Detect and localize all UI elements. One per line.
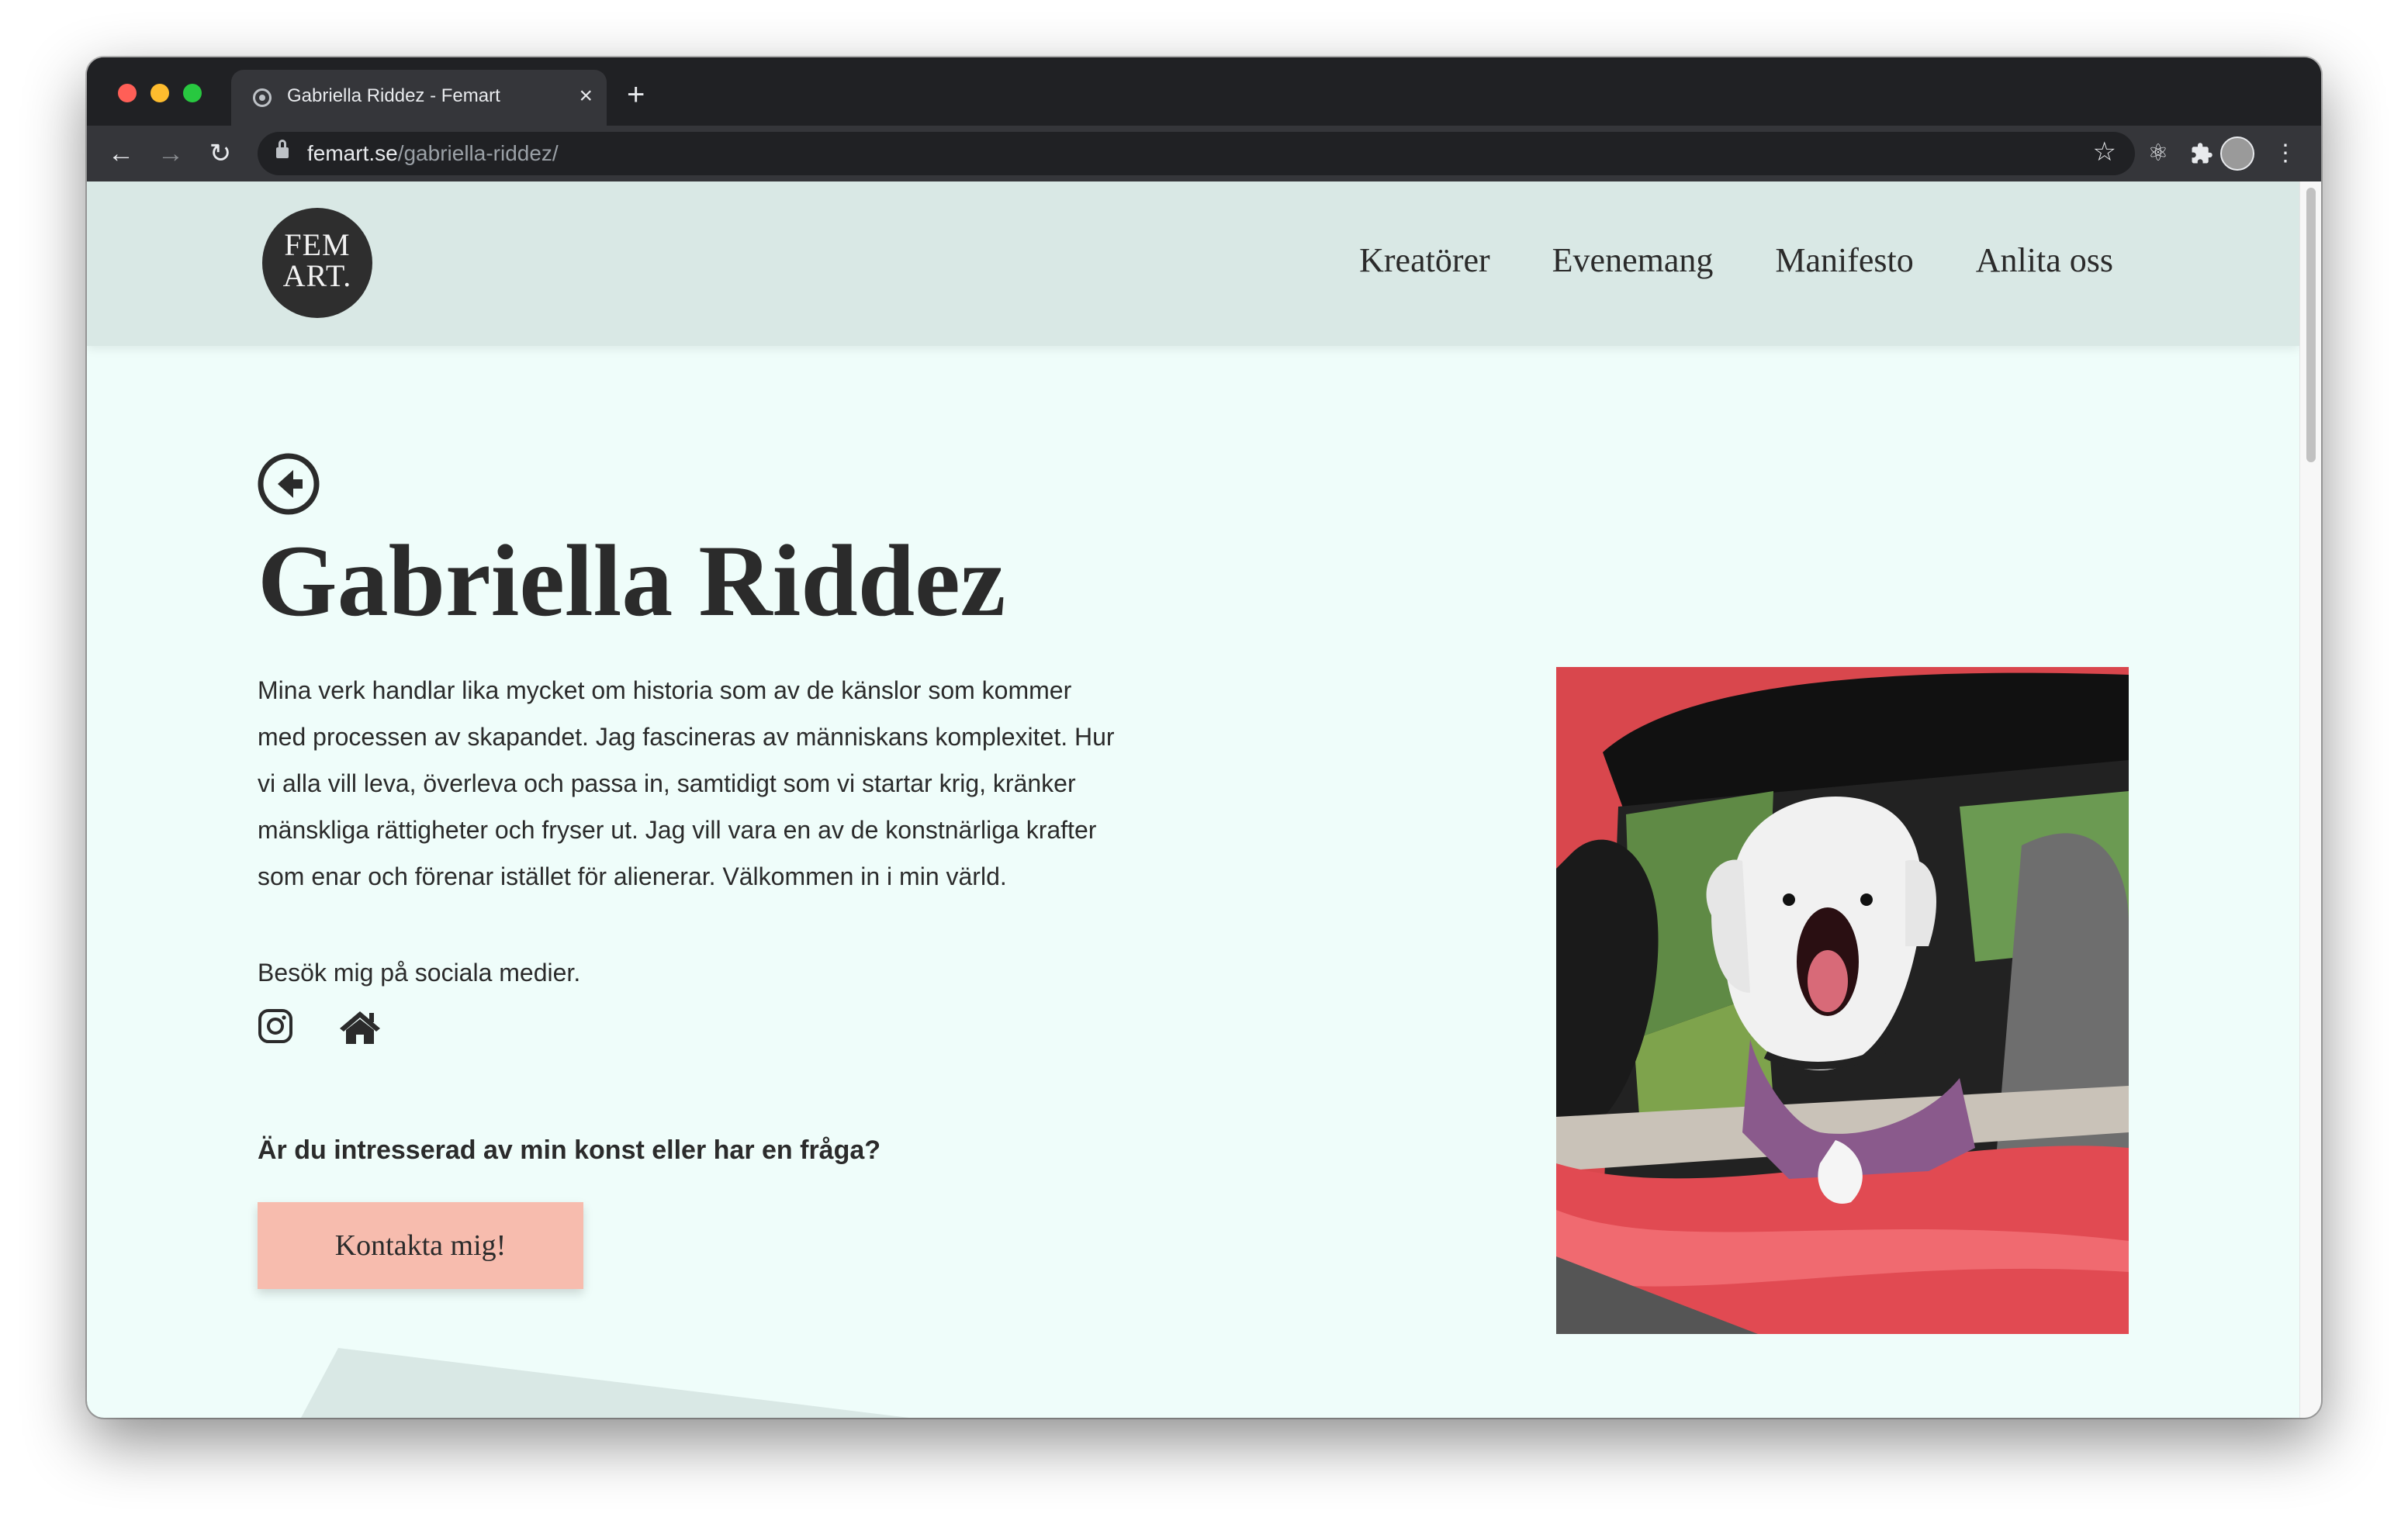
favicon-icon [253, 88, 272, 107]
social-links [258, 1008, 382, 1049]
profile-avatar[interactable] [2220, 137, 2254, 171]
tab-title: Gabriella Riddez - Femart [287, 85, 500, 106]
back-button[interactable]: ← [102, 135, 140, 172]
close-window-button[interactable] [118, 84, 137, 102]
page-viewport: FEM ART. Kreatörer Evenemang Manifesto A… [87, 181, 2321, 1418]
artwork-image [1556, 667, 2129, 1334]
browser-tab[interactable]: Gabriella Riddez - Femart × [231, 70, 607, 126]
browser-toolbar: ← → ↻ femart.se/gabriella-riddez/ ☆ ⚛ ⋮ [87, 126, 2321, 181]
nav-link-evenemang[interactable]: Evenemang [1552, 240, 1714, 280]
address-bar[interactable]: femart.se/gabriella-riddez/ ☆ [258, 132, 2135, 175]
bio-line: Mina verk handlar lika mycket om histori… [258, 676, 1072, 704]
tab-close-icon[interactable]: × [579, 81, 593, 112]
zoom-window-button[interactable] [183, 84, 202, 102]
lock-icon[interactable] [276, 140, 289, 160]
url-text[interactable]: femart.se/gabriella-riddez/ [307, 141, 559, 166]
minimize-window-button[interactable] [150, 84, 169, 102]
new-tab-button[interactable]: + [627, 76, 645, 113]
bio-line: med processen av skapandet. Jag fasciner… [258, 723, 1115, 751]
instagram-icon[interactable] [258, 1008, 293, 1049]
page-scrollbar[interactable] [2299, 181, 2321, 1418]
tab-strip: Gabriella Riddez - Femart × + [87, 57, 2321, 126]
nav-link-kreatorer[interactable]: Kreatörer [1359, 240, 1490, 280]
forward-button[interactable]: → [152, 135, 189, 172]
artist-name-heading: Gabriella Riddez [258, 524, 1006, 638]
back-arrow-circle-icon[interactable] [258, 453, 320, 515]
browser-menu-icon[interactable]: ⋮ [2267, 135, 2304, 172]
social-media-label: Besök mig på sociala medier. [258, 959, 581, 987]
decorative-shape [289, 1348, 909, 1418]
contact-button[interactable]: Kontakta mig! [258, 1202, 583, 1289]
bio-line: som enar och förenar istället för aliene… [258, 862, 1007, 890]
react-devtools-icon[interactable]: ⚛ [2140, 135, 2177, 172]
extensions-puzzle-icon[interactable] [2183, 135, 2220, 172]
artist-bio: Mina verk handlar lika mycket om histori… [258, 667, 1188, 900]
reload-button[interactable]: ↻ [202, 135, 239, 172]
contact-question: Är du intresserad av min konst eller har… [258, 1135, 881, 1165]
window-controls [118, 84, 202, 102]
nav-link-anlita-oss[interactable]: Anlita oss [1976, 240, 2113, 280]
home-icon[interactable] [338, 1008, 382, 1049]
logo-line-2: ART. [282, 258, 352, 293]
scrollbar-thumb[interactable] [2306, 188, 2316, 462]
logo-line-1: FEM [284, 227, 351, 262]
femart-logo[interactable]: FEM ART. [262, 208, 372, 318]
main-nav: Kreatörer Evenemang Manifesto Anlita oss [1359, 240, 2113, 280]
browser-window: Gabriella Riddez - Femart × + ← → ↻ fema… [87, 57, 2321, 1418]
bookmark-star-icon[interactable]: ☆ [2093, 137, 2116, 168]
nav-link-manifesto[interactable]: Manifesto [1775, 240, 1913, 280]
bio-line: vi alla vill leva, överleva och passa in… [258, 769, 1076, 797]
site-header: FEM ART. Kreatörer Evenemang Manifesto A… [87, 181, 2299, 346]
bio-line: mänskliga rättigheter och fryser ut. Jag… [258, 816, 1097, 844]
